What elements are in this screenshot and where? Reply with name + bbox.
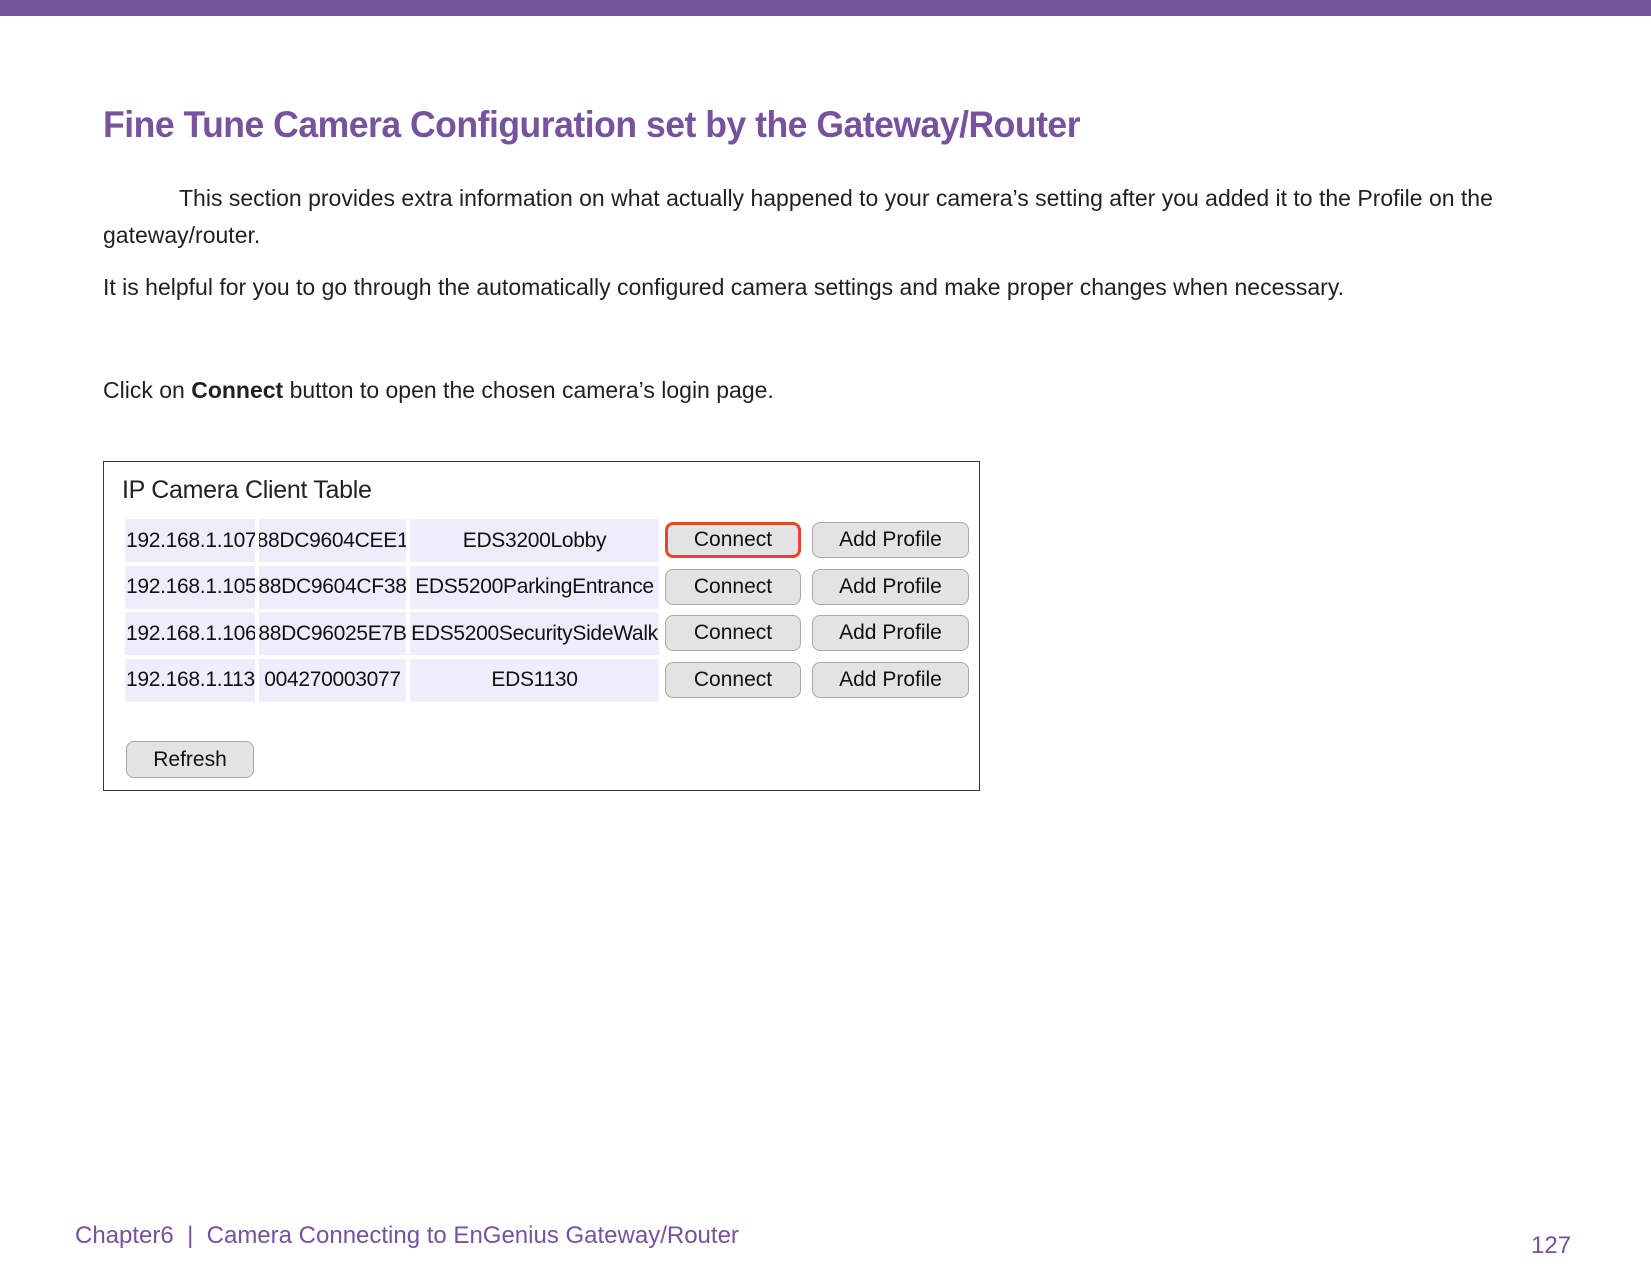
camera-name-cell: EDS1130 [410,658,659,702]
instruction-suffix: button to open the chosen camera’s login… [283,377,774,403]
table-title: IP Camera Client Table [122,476,372,504]
ip-address-cell: 192.168.1.113 [125,658,255,702]
camera-name-cell: EDS5200SecuritySideWalk [410,612,659,655]
instruction-paragraph: Click on Connect button to open the chos… [103,372,1563,409]
mac-address-cell: 004270003077 [259,658,406,702]
add-profile-button[interactable]: Add Profile [812,615,969,651]
mac-address-cell: 88DC96025E7B [259,612,406,655]
camera-name-cell: EDS5200ParkingEntrance [410,565,659,609]
top-accent-bar [0,0,1651,16]
instruction-bold: Connect [191,377,284,403]
mac-address-cell: 88DC9604CEE1 [259,519,406,562]
intro-paragraph: This section provides extra information … [103,185,1493,248]
page-title: Fine Tune Camera Configuration set by th… [103,104,1081,145]
connect-button[interactable]: Connect [665,568,801,605]
helpful-paragraph: It is helpful for you to go through the … [103,274,1345,300]
ip-address-cell: 192.168.1.106 [125,612,255,655]
page-number: 127 [1531,1232,1572,1259]
ip-address-cell: 192.168.1.105 [125,565,255,609]
add-profile-button[interactable]: Add Profile [812,568,969,605]
add-profile-button[interactable]: Add Profile [812,522,969,558]
camera-name-cell: EDS3200Lobby [410,519,659,562]
connect-button[interactable]: Connect [665,615,801,651]
connect-button[interactable]: Connect [665,661,801,698]
mac-address-cell: 88DC9604CF38 [259,565,406,609]
connect-button[interactable]: Connect [665,522,801,558]
refresh-button[interactable]: Refresh [126,741,254,778]
instruction-prefix: Click on [103,377,192,403]
footer-chapter: Chapter6 | Camera Connecting to EnGenius… [75,1222,739,1249]
add-profile-button[interactable]: Add Profile [812,661,969,698]
ip-camera-client-table: IP Camera Client Table 192.168.1.107 88DC… [103,461,980,791]
ip-address-cell: 192.168.1.107 [125,519,255,562]
